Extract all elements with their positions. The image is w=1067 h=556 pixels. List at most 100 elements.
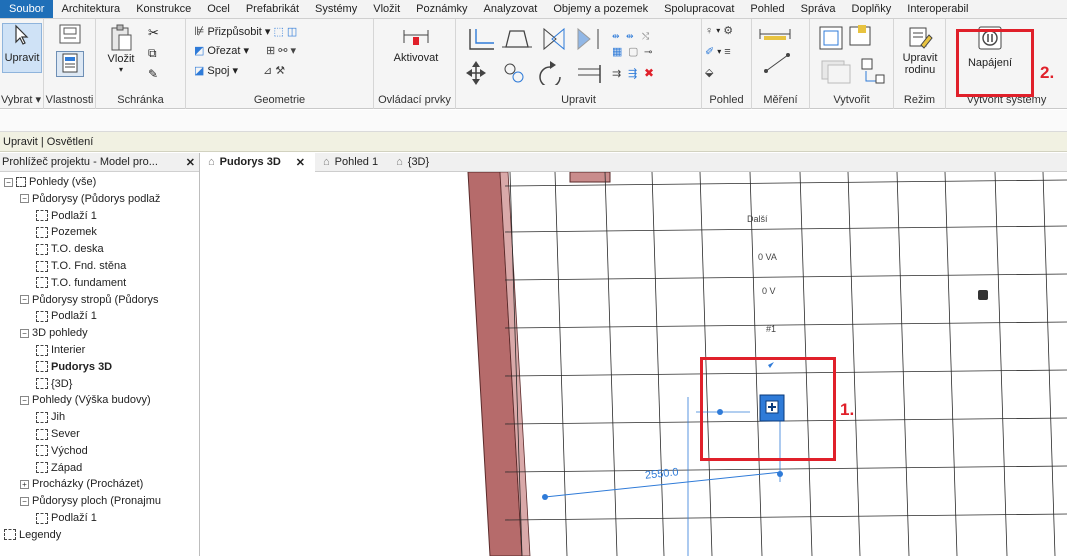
view-tab[interactable]: ⌂ Pudorys 3D ✕ xyxy=(200,152,316,172)
join-geometry-button[interactable]: ◪ Spoj ▾ ⊿ ⚒ xyxy=(194,64,285,77)
tree-item[interactable]: T.O. fundament xyxy=(36,275,126,291)
view-3d-icon: ⌂ xyxy=(323,156,330,168)
tree-item[interactable]: T.O. Fnd. stěna xyxy=(36,258,126,274)
selection-box-button[interactable]: ⬙ xyxy=(705,66,713,79)
close-icon[interactable]: ✕ xyxy=(186,156,195,169)
tree-item[interactable]: −3D pohledy xyxy=(20,325,88,341)
svg-text:⇹: ⇹ xyxy=(626,31,634,41)
view-3d-icon: ⌂ xyxy=(208,156,215,168)
floor-plan-drawing xyxy=(467,172,1067,556)
tree-item-label: Podlaží 1 xyxy=(51,209,97,222)
dimension-grip[interactable] xyxy=(542,494,548,500)
grid-line-vertical xyxy=(847,172,861,556)
copy-button[interactable]: ⧉ xyxy=(148,46,157,61)
view-tab-bar: ⌂ Pudorys 3D ✕ ⌂ Pohled 1 ⌂ {3D} xyxy=(200,152,1067,172)
linework-button[interactable]: ✐ ▾ ≡ xyxy=(705,45,731,59)
lightbulb-icon: ♀ xyxy=(705,24,714,37)
collapse-icon[interactable]: − xyxy=(20,328,29,338)
grid-line-vertical xyxy=(994,172,1008,556)
tree-item[interactable]: {3D} xyxy=(36,376,72,392)
panel-mode: Upravit rodinu Režim xyxy=(894,19,946,109)
edit-family-label: Upravit rodinu xyxy=(902,52,938,76)
tree-item-label: Podlaží 1 xyxy=(51,310,97,323)
collapse-icon[interactable]: − xyxy=(20,295,29,305)
tree-item[interactable]: − Pohledy (Výška budovy) xyxy=(20,392,151,408)
menu-tab[interactable]: Poznámky xyxy=(408,0,475,18)
tree-item[interactable]: Pudorys 3D xyxy=(36,359,112,375)
view-icon xyxy=(36,462,48,474)
cut-geometry-button[interactable]: ◩ Ořezat ▾ ⊞ ⚯ ▾ xyxy=(194,44,296,57)
menu-tab[interactable]: Objemy a pozemek xyxy=(545,0,656,18)
brush-icon: ✎ xyxy=(148,67,159,81)
view-icon xyxy=(36,243,48,255)
hide-button[interactable]: ♀ ▾ ⚙ xyxy=(705,24,733,38)
join-geometry-label: Spoj ▾ xyxy=(207,65,238,77)
menu-tab[interactable]: Prefabrikát xyxy=(238,0,307,18)
tree-item[interactable]: Východ xyxy=(36,443,88,459)
alignment-grip-bottom[interactable] xyxy=(777,471,783,477)
menu-tab[interactable]: Konstrukce xyxy=(128,0,199,18)
tree-item[interactable]: Interier xyxy=(36,342,85,358)
select-dropdown[interactable]: Vybrat ▾ xyxy=(0,92,43,109)
view-tab[interactable]: ⌂ Pohled 1 xyxy=(315,153,388,172)
tree-item[interactable]: Podlaží 1 xyxy=(36,510,97,526)
cope-button[interactable]: ⊯ Přizpůsobit ▾ ⬚ ◫ xyxy=(194,24,297,38)
menu-tab[interactable]: Analyzovat xyxy=(476,0,546,18)
menu-tab[interactable]: Soubor xyxy=(0,0,54,18)
menu-tab[interactable]: Pohled xyxy=(742,0,792,18)
cope-icon: ⊯ xyxy=(194,24,205,38)
paste-button[interactable]: Vložit ▾ xyxy=(102,23,140,74)
tree-item-label: Jih xyxy=(51,411,66,424)
tree-item-label: Interier xyxy=(51,344,86,356)
tree-item[interactable]: + Procházky (Procházet) xyxy=(20,476,143,492)
menu-tab[interactable]: Doplňky xyxy=(844,0,900,18)
collapse-icon[interactable]: − xyxy=(20,395,29,405)
tree-item[interactable]: Legendy xyxy=(4,527,61,543)
type-properties-icon xyxy=(59,24,81,44)
tree-item[interactable]: Pozemek xyxy=(36,224,97,240)
tree-item[interactable]: Jih xyxy=(36,409,65,425)
edit-family-button[interactable]: Upravit rodinu xyxy=(896,25,944,76)
tree-item[interactable]: − Půdorysy stropů (Půdorys xyxy=(20,292,159,308)
wall-top xyxy=(569,172,611,183)
tree-item[interactable]: T.O. deska xyxy=(36,241,104,257)
tree-item-label: T.O. deska xyxy=(51,243,104,256)
pointer-icon xyxy=(15,24,29,45)
tree-item[interactable]: − Půdorysy (Půdorys podlaž xyxy=(20,191,160,207)
split-face-icon: ⊞ xyxy=(266,45,276,57)
dimension-button[interactable] xyxy=(762,51,796,75)
menu-tab[interactable]: Správa xyxy=(793,0,844,18)
tree-item-label: Legendy xyxy=(19,528,62,541)
view-icon xyxy=(36,361,48,373)
menu-tab[interactable]: Spolupracovat xyxy=(656,0,742,18)
collapse-icon[interactable]: − xyxy=(4,177,13,187)
menu-tab[interactable]: Vložit xyxy=(365,0,408,18)
close-tab-icon[interactable]: ✕ xyxy=(296,156,305,169)
match-properties-button[interactable]: ✎ xyxy=(148,67,158,81)
panel-clipboard: Vložit ▾ ✂ ⧉ ✎ Schránka xyxy=(96,19,186,109)
menu-tab[interactable]: Architektura xyxy=(53,0,128,18)
view-tab[interactable]: ⌂ {3D} xyxy=(388,153,439,172)
properties-button[interactable] xyxy=(56,51,84,77)
panel-geometry: ⊯ Přizpůsobit ▾ ⬚ ◫ ◩ Ořezat ▾ ⊞ ⚯ ▾ ◪ S… xyxy=(186,19,374,109)
panel-select: Upravit Vybrat ▾ xyxy=(0,19,44,109)
menu-tab[interactable]: Interoperabil xyxy=(899,0,976,18)
expand-icon[interactable]: + xyxy=(20,479,29,489)
menu-tab[interactable]: Systémy xyxy=(307,0,365,18)
tree-item[interactable]: Západ xyxy=(36,460,82,476)
collapse-icon[interactable]: − xyxy=(20,194,29,204)
modify-button[interactable]: Upravit xyxy=(2,23,42,73)
measure-button[interactable] xyxy=(758,27,798,41)
tree-item[interactable]: Podlaží 1 xyxy=(36,308,97,324)
drawing-area[interactable]: Další 0 VA 0 V #1 2550.0 1. xyxy=(200,172,1067,556)
menu-tab[interactable]: Ocel xyxy=(199,0,238,18)
tree-item[interactable]: Sever xyxy=(36,426,80,442)
tree-item[interactable]: − Pohledy (vše) xyxy=(4,174,96,190)
tree-item[interactable]: Podlaží 1 xyxy=(36,208,97,224)
activate-button[interactable]: Aktivovat xyxy=(384,25,448,64)
tree-item[interactable]: − Půdorysy ploch (Pronajmu xyxy=(20,493,161,509)
collapse-icon[interactable]: − xyxy=(20,496,29,506)
cut-button[interactable]: ✂ xyxy=(148,25,159,41)
view-3d-icon: ⌂ xyxy=(396,156,403,168)
type-properties-button[interactable] xyxy=(52,23,88,45)
